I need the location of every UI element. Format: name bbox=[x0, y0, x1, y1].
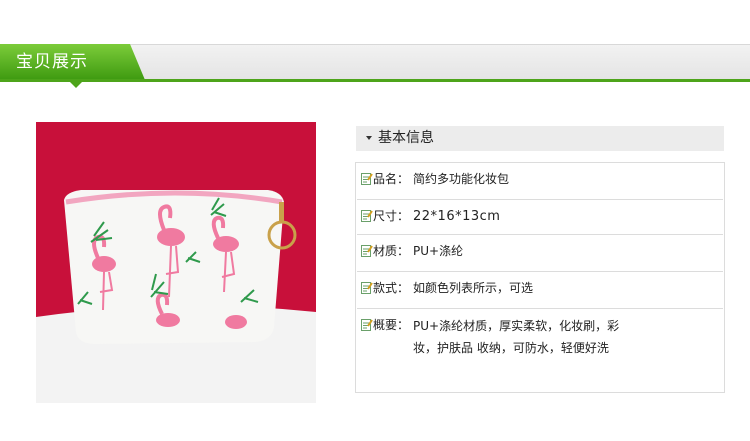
info-section-title: 基本信息 bbox=[378, 130, 434, 146]
note-pencil-icon bbox=[361, 210, 373, 222]
info-row-summary: 概要： PU+涤纶材质，厚实柔软，化妆刷，彩妆，护肤品 收纳，可防水，轻便好洗 bbox=[357, 309, 723, 392]
note-pencil-icon bbox=[361, 173, 373, 185]
info-row-size: 尺寸： 22*16*13cm bbox=[357, 200, 723, 235]
info-label: 尺寸： bbox=[373, 209, 410, 223]
info-value: PU+涤纶材质，厚实柔软，化妆刷，彩妆，护肤品 收纳，可防水，轻便好洗 bbox=[413, 319, 620, 355]
info-row-name: 品名： 简约多功能化妆包 bbox=[357, 163, 723, 200]
info-value: 简约多功能化妆包 bbox=[413, 172, 510, 186]
header-notch bbox=[70, 82, 82, 88]
note-pencil-icon bbox=[361, 245, 373, 257]
info-value: 如颜色列表所示，可选 bbox=[413, 281, 534, 295]
info-section-header[interactable]: 基本信息 bbox=[356, 126, 724, 151]
note-pencil-icon bbox=[361, 319, 373, 331]
info-row-material: 材质： PU+涤纶 bbox=[357, 235, 723, 272]
section-header: 宝贝展示 bbox=[0, 0, 750, 92]
page-title: 宝贝展示 bbox=[16, 52, 88, 72]
header-divider bbox=[0, 79, 750, 82]
info-label: 概要： bbox=[373, 318, 410, 332]
info-label: 款式： bbox=[373, 281, 410, 295]
caret-down-icon bbox=[366, 136, 372, 140]
info-label: 材质： bbox=[373, 244, 410, 258]
info-value: 22*16*13cm bbox=[413, 209, 501, 224]
info-value: PU+涤纶 bbox=[413, 244, 464, 258]
info-label: 品名： bbox=[373, 172, 410, 186]
product-photo bbox=[36, 122, 316, 403]
product-info-table: 品名： 简约多功能化妆包 尺寸： 22*16*13cm 材质： PU+涤纶 款式… bbox=[355, 162, 725, 393]
note-pencil-icon bbox=[361, 282, 373, 294]
info-row-style: 款式： 如颜色列表所示，可选 bbox=[357, 272, 723, 309]
